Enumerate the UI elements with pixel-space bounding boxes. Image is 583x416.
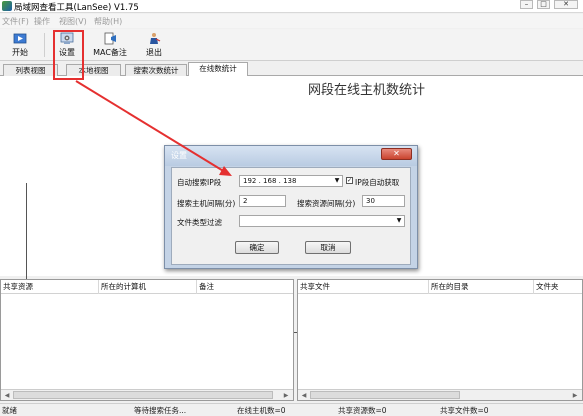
chart-title: 网段在线主机数统计: [307, 83, 425, 98]
maximize-button[interactable]: □: [537, 0, 550, 9]
ok-button[interactable]: 确定: [235, 241, 279, 254]
dialog-title-bar: 设置 ✕: [165, 146, 417, 166]
menu-view[interactable]: 视图(V): [59, 16, 87, 27]
start-label: 开始: [12, 48, 28, 57]
chevron-down-icon[interactable]: ▼: [395, 216, 403, 226]
file-filter-label: 文件类型过滤: [177, 218, 222, 227]
auto-ip-label: 自动搜索IP段: [177, 178, 222, 187]
tab-bar: 列表视图 本地视图 搜索次数统计 在线数统计: [0, 62, 583, 77]
resource-interval-input[interactable]: 30: [362, 195, 405, 207]
horizontal-scrollbar[interactable]: ◀ ▶: [1, 389, 293, 400]
status-shared-files: 共享文件数=0: [440, 406, 489, 415]
exit-icon: [150, 33, 161, 44]
status-online-hosts: 在线主机数=0: [237, 406, 286, 415]
status-bar: 就绪 等待搜索任务... 在线主机数=0 共享资源数=0 共享文件数=0: [0, 403, 583, 416]
close-button[interactable]: ✕: [554, 0, 578, 9]
scan-interval-label: 搜索主机间隔(分): [177, 199, 236, 208]
auto-get-label: IP段自动获取: [355, 178, 400, 187]
resource-interval-label: 搜索资源间隔(分): [297, 199, 356, 208]
tab-online-count[interactable]: 在线数统计: [188, 62, 248, 77]
list-header: 共享资源 所在的计算机 备注: [1, 280, 293, 294]
scroll-left-icon[interactable]: ◀: [2, 391, 12, 400]
scroll-thumb[interactable]: [310, 391, 460, 399]
horizontal-scrollbar[interactable]: ◀ ▶: [298, 389, 582, 400]
title-bar: 局域网查看工具(LanSee) V1.75 – □ ✕: [0, 0, 583, 13]
menu-help[interactable]: 帮助(H): [94, 16, 122, 27]
toolbar-separator: [44, 33, 45, 57]
menu-file[interactable]: 文件(F): [2, 16, 29, 27]
column-header-note[interactable]: 备注: [197, 280, 293, 294]
ip-range-value: 192 . 168 . 138: [243, 177, 297, 185]
list-header: 共享文件 所在的目录 文件夹: [298, 280, 582, 294]
shared-resource-list[interactable]: 共享资源 所在的计算机 备注 ◀ ▶: [0, 279, 294, 401]
dialog-title: 设置: [171, 151, 187, 160]
scroll-left-icon[interactable]: ◀: [299, 391, 309, 400]
tab-search-count[interactable]: 搜索次数统计: [125, 64, 187, 76]
cancel-button[interactable]: 取消: [305, 241, 351, 254]
scan-interval-input[interactable]: 2: [239, 195, 286, 207]
ip-range-select[interactable]: 192 . 168 . 138 ▼: [239, 175, 343, 187]
exit-button[interactable]: 退出: [140, 31, 168, 59]
column-header-computer[interactable]: 所在的计算机: [99, 280, 197, 294]
toolbar: 开始 设置 MAC备注 退出: [0, 29, 583, 61]
menu-operation[interactable]: 操作: [34, 16, 50, 27]
column-header-folder[interactable]: 文件夹: [534, 280, 582, 294]
mac-note-label: MAC备注: [93, 48, 127, 57]
mac-note-icon: [104, 32, 116, 45]
dialog-close-button[interactable]: ✕: [381, 148, 412, 160]
scroll-thumb[interactable]: [13, 391, 273, 399]
start-button[interactable]: 开始: [6, 31, 34, 59]
column-header-directory[interactable]: 所在的目录: [429, 280, 534, 294]
column-header-shared-file[interactable]: 共享文件: [298, 280, 429, 294]
tab-list-view[interactable]: 列表视图: [3, 64, 58, 76]
scroll-right-icon[interactable]: ▶: [281, 391, 291, 400]
status-shared-resources: 共享资源数=0: [338, 406, 387, 415]
mac-note-button[interactable]: MAC备注: [90, 31, 130, 59]
file-filter-select[interactable]: ▼: [239, 215, 405, 227]
settings-dialog: 设置 ✕ 自动搜索IP段 192 . 168 . 138 ▼ ✓ IP段自动获取…: [164, 145, 418, 269]
window-title: 局域网查看工具(LanSee) V1.75: [14, 3, 139, 13]
settings-highlight-box: [53, 30, 84, 80]
exit-label: 退出: [146, 48, 162, 57]
app-icon: [2, 1, 12, 11]
auto-get-checkbox[interactable]: ✓: [346, 177, 353, 184]
status-ready: 就绪: [2, 406, 17, 415]
chevron-down-icon[interactable]: ▼: [333, 176, 341, 186]
column-header-shared-resource[interactable]: 共享资源: [1, 280, 99, 294]
shared-file-list[interactable]: 共享文件 所在的目录 文件夹 ◀ ▶: [297, 279, 583, 401]
play-icon: [13, 33, 27, 44]
status-task: 等待搜索任务...: [134, 406, 187, 415]
minimize-button[interactable]: –: [520, 0, 533, 9]
menu-bar: 文件(F) 操作 视图(V) 帮助(H): [0, 14, 583, 28]
scroll-right-icon[interactable]: ▶: [570, 391, 580, 400]
dialog-body: 自动搜索IP段 192 . 168 . 138 ▼ ✓ IP段自动获取 搜索主机…: [171, 167, 411, 265]
